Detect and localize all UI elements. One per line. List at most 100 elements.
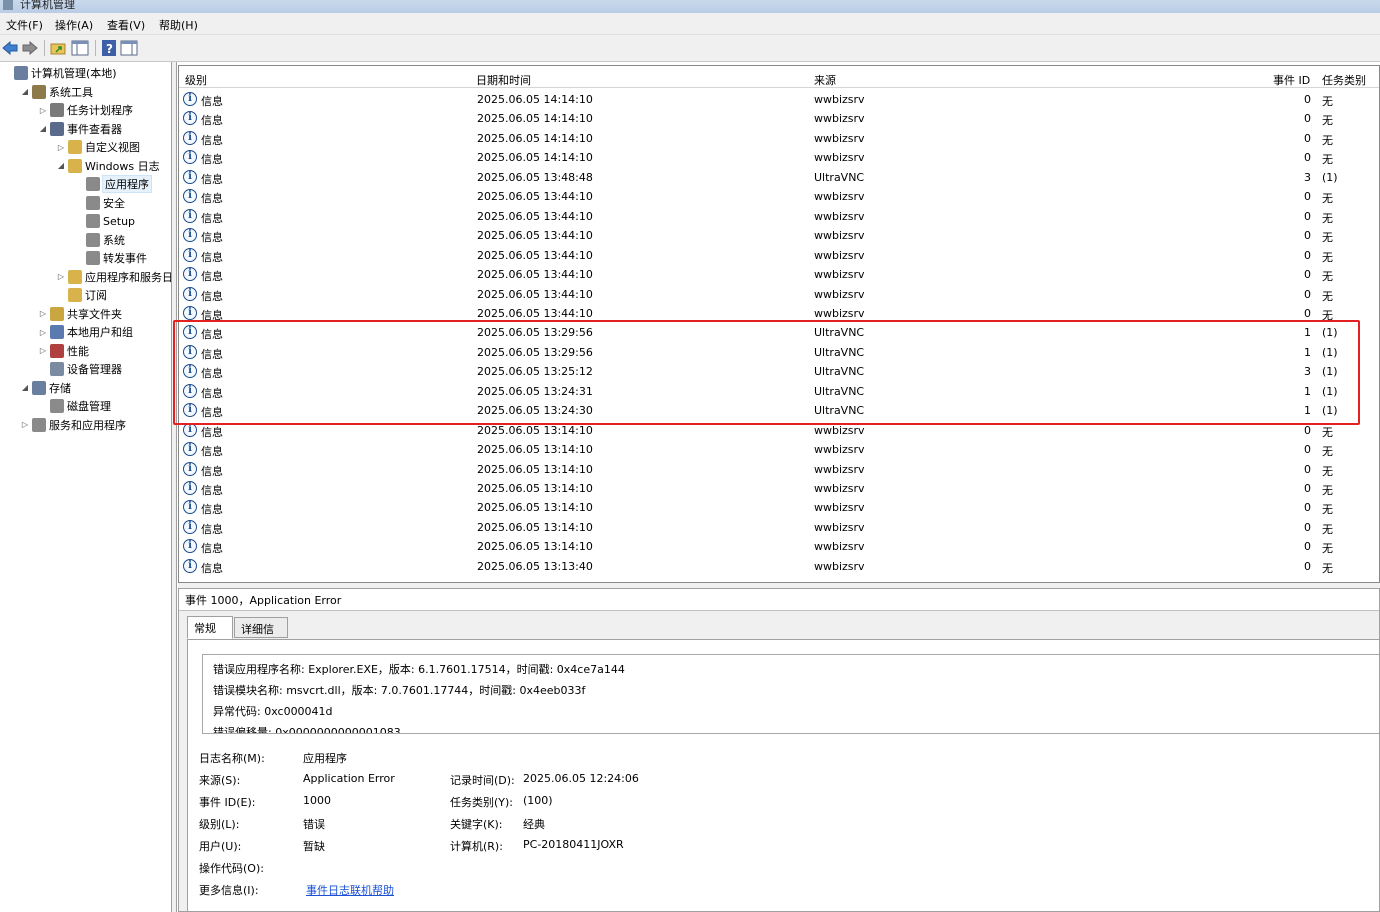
tree-node[interactable]: Setup <box>74 212 135 230</box>
tree-node[interactable]: ▷ 应用程序和服务日志 <box>56 268 171 286</box>
event-row[interactable]: i 信息 2025.06.05 13:44:10 wwbizsrv 0 无 <box>179 226 1379 246</box>
forward-arrow-icon[interactable] <box>21 39 39 57</box>
event-row[interactable]: i 信息 2025.06.05 13:48:48 UltraVNC 3 (1) <box>179 168 1379 188</box>
tree-node[interactable]: 安全 <box>74 194 125 212</box>
collapsed-arrow-icon[interactable]: ▷ <box>38 106 48 115</box>
tree-node[interactable]: 计算机管理(本地) <box>2 64 117 82</box>
collapsed-arrow-icon[interactable]: ▷ <box>38 309 48 318</box>
column-header-level[interactable]: 级别 <box>185 72 207 88</box>
expanded-arrow-icon[interactable]: ◢ <box>20 87 30 96</box>
event-task-category: 无 <box>1322 231 1333 245</box>
event-row[interactable]: i 信息 2025.06.05 14:14:10 wwbizsrv 0 无 <box>179 90 1379 110</box>
event-source: wwbizsrv <box>814 462 865 476</box>
tree-node[interactable]: ▷ 共享文件夹 <box>38 305 122 323</box>
expanded-arrow-icon[interactable]: ◢ <box>56 161 66 170</box>
menu-file[interactable]: 文件(F) <box>6 17 43 33</box>
tree-node[interactable]: ▷ 自定义视图 <box>56 138 140 156</box>
tree-node[interactable]: ▷ 任务计划程序 <box>38 101 133 119</box>
tree-node[interactable]: 磁盘管理 <box>38 397 111 415</box>
back-arrow-icon[interactable] <box>1 39 19 57</box>
event-row[interactable]: i 信息 2025.06.05 13:44:10 wwbizsrv 0 无 <box>179 187 1379 207</box>
event-row[interactable]: i 信息 2025.06.05 13:14:10 wwbizsrv 0 无 <box>179 440 1379 460</box>
tree-node-icon <box>50 399 64 413</box>
collapsed-arrow-icon[interactable]: ▷ <box>20 420 30 429</box>
tab-general[interactable]: 常规 <box>187 616 233 639</box>
event-datetime: 2025.06.05 13:14:10 <box>477 520 593 534</box>
tree-node[interactable]: 系统 <box>74 231 125 249</box>
tree-node[interactable]: ▷ 服务和应用程序 <box>20 416 126 434</box>
tree-node[interactable]: 转发事件 <box>74 249 147 267</box>
column-header-event-id[interactable]: 事件 ID <box>1273 72 1310 88</box>
event-task-category: (1) <box>1322 326 1338 340</box>
tree-node-icon <box>50 121 64 136</box>
show-hide-tree-icon[interactable] <box>71 39 89 57</box>
expanded-arrow-icon[interactable]: ◢ <box>20 383 30 392</box>
tree-node[interactable]: ▷ 性能 <box>38 342 89 360</box>
event-row[interactable]: i 信息 2025.06.05 14:14:10 wwbizsrv 0 无 <box>179 148 1379 168</box>
event-row[interactable]: i 信息 2025.06.05 13:44:10 wwbizsrv 0 无 <box>179 246 1379 266</box>
event-row[interactable]: i 信息 2025.06.05 13:29:56 UltraVNC 1 (1) <box>179 323 1379 343</box>
collapsed-arrow-icon[interactable]: ▷ <box>56 143 66 152</box>
menu-action[interactable]: 操作(A) <box>55 17 93 33</box>
description-line: 错误偏移量: 0x0000000000001083 <box>213 726 401 734</box>
pane-splitter[interactable] <box>172 62 177 912</box>
event-row[interactable]: i 信息 2025.06.05 13:13:40 wwbizsrv 0 无 <box>179 557 1379 577</box>
tree-node-label: 系统 <box>103 233 125 247</box>
event-row[interactable]: i 信息 2025.06.05 13:14:10 wwbizsrv 0 无 <box>179 498 1379 518</box>
tree-node[interactable]: ◢ 事件查看器 <box>38 120 122 138</box>
event-row[interactable]: i 信息 2025.06.05 13:44:10 wwbizsrv 0 无 <box>179 304 1379 324</box>
tree-node[interactable]: ◢ 存储 <box>20 379 71 397</box>
event-description-box[interactable]: 错误应用程序名称: Explorer.EXE，版本: 6.1.7601.1751… <box>202 654 1379 734</box>
tree-node-label: 应用程序 <box>102 175 152 193</box>
event-row[interactable]: i 信息 2025.06.05 13:14:10 wwbizsrv 0 无 <box>179 537 1379 557</box>
event-id: 0 <box>1304 268 1311 282</box>
event-row[interactable]: i 信息 2025.06.05 13:14:10 wwbizsrv 0 无 <box>179 479 1379 499</box>
tab-details[interactable]: 详细信息 <box>234 617 288 652</box>
event-level: 信息 <box>201 484 223 497</box>
tree-node[interactable]: ◢ Windows 日志 <box>56 157 160 175</box>
collapsed-arrow-icon[interactable]: ▷ <box>38 346 48 355</box>
event-log-online-help-link[interactable]: 事件日志联机帮助 <box>306 882 394 898</box>
window-titlebar: 计算机管理 <box>0 0 1380 13</box>
event-row[interactable]: i 信息 2025.06.05 13:44:10 wwbizsrv 0 无 <box>179 285 1379 305</box>
recorded-label: 记录时间(D): <box>450 774 515 787</box>
up-folder-icon[interactable] <box>49 39 67 57</box>
event-row[interactable]: i 信息 2025.06.05 13:25:12 UltraVNC 3 (1) <box>179 362 1379 382</box>
tree-node[interactable]: ◢ 系统工具 <box>20 83 93 101</box>
menu-view[interactable]: 查看(V) <box>107 17 145 33</box>
tree-node[interactable]: 应用程序 <box>74 175 152 193</box>
event-datetime: 2025.06.05 13:14:10 <box>477 482 593 495</box>
column-header-datetime[interactable]: 日期和时间 <box>476 72 531 88</box>
tree-node-icon <box>14 66 28 80</box>
show-hide-action-pane-icon[interactable] <box>120 39 138 57</box>
event-row[interactable]: i 信息 2025.06.05 13:44:10 wwbizsrv 0 无 <box>179 207 1379 227</box>
tree-node-label: 安全 <box>103 196 125 210</box>
event-row[interactable]: i 信息 2025.06.05 14:14:10 wwbizsrv 0 无 <box>179 109 1379 129</box>
tree-node[interactable]: 设备管理器 <box>38 360 122 378</box>
event-row[interactable]: i 信息 2025.06.05 13:14:10 wwbizsrv 0 无 <box>179 518 1379 538</box>
level-label: 级别(L): <box>199 818 240 831</box>
event-row[interactable]: i 信息 2025.06.05 13:24:30 UltraVNC 1 (1) <box>179 401 1379 421</box>
event-row[interactable]: i 信息 2025.06.05 13:44:10 wwbizsrv 0 无 <box>179 265 1379 285</box>
tree-node-label: 性能 <box>67 344 89 358</box>
event-row[interactable]: i 信息 2025.06.05 14:14:10 wwbizsrv 0 无 <box>179 129 1379 149</box>
column-header-task-category[interactable]: 任务类别 <box>1322 72 1366 88</box>
expanded-arrow-icon[interactable]: ◢ <box>38 124 48 133</box>
event-source: UltraVNC <box>814 384 865 398</box>
event-task-category: 无 <box>1322 153 1333 167</box>
event-row[interactable]: i 信息 2025.06.05 13:29:56 UltraVNC 1 (1) <box>179 343 1379 363</box>
column-header-source[interactable]: 来源 <box>814 72 836 88</box>
information-icon: i <box>183 383 197 398</box>
collapsed-arrow-icon[interactable]: ▷ <box>38 328 48 337</box>
event-row[interactable]: i 信息 2025.06.05 13:24:31 UltraVNC 1 (1) <box>179 382 1379 402</box>
information-icon: i <box>183 247 197 262</box>
event-row[interactable]: i 信息 2025.06.05 13:14:10 wwbizsrv 0 无 <box>179 421 1379 441</box>
collapsed-arrow-icon[interactable]: ▷ <box>56 272 66 281</box>
menu-bar: 文件(F) 操作(A) 查看(V) 帮助(H) <box>0 13 1380 35</box>
help-icon[interactable]: ? <box>100 39 118 57</box>
event-row[interactable]: i 信息 2025.06.05 13:14:10 wwbizsrv 0 无 <box>179 460 1379 480</box>
tree-node[interactable]: 订阅 <box>56 286 107 304</box>
event-task-category: (1) <box>1322 365 1338 379</box>
tree-node[interactable]: ▷ 本地用户和组 <box>38 323 133 341</box>
menu-help[interactable]: 帮助(H) <box>159 17 198 33</box>
